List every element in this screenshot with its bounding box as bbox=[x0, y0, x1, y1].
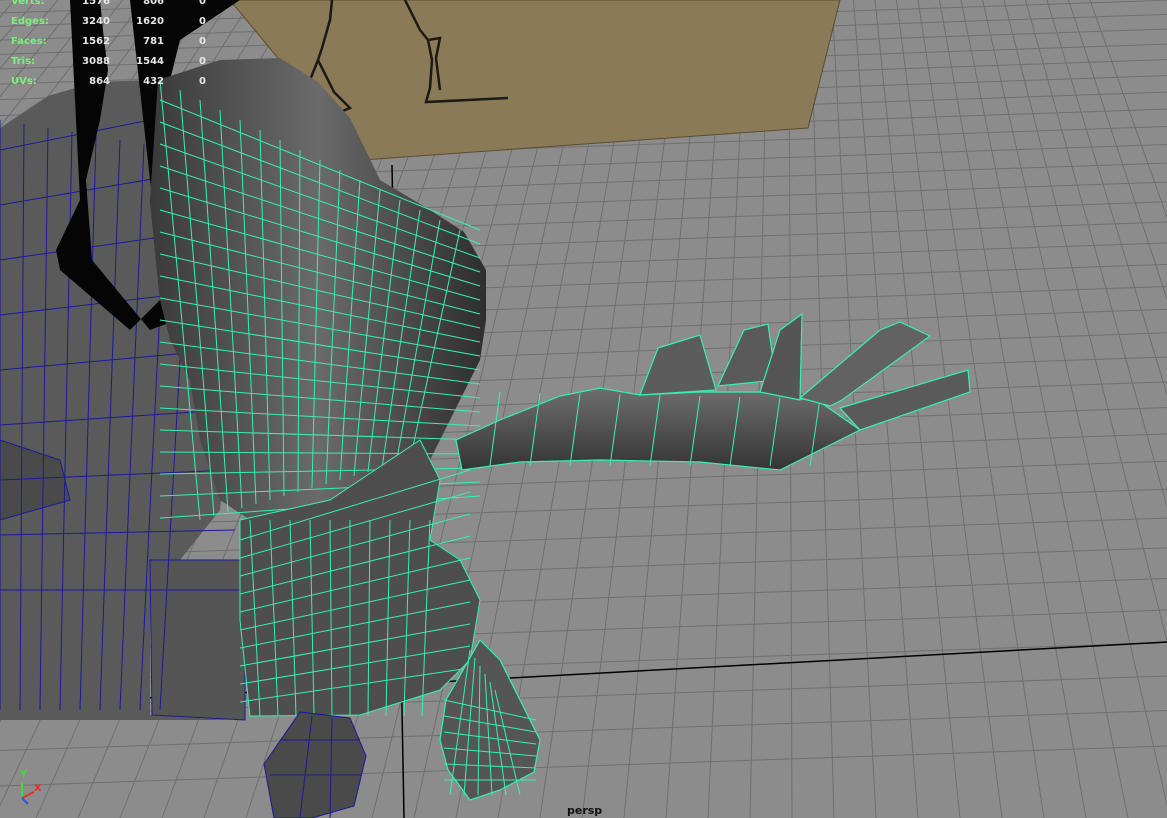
hud-row: Edges: 3240 1620 0 bbox=[11, 12, 206, 32]
hud-row-label: Faces: bbox=[11, 36, 47, 47]
hud-value-other: 0 bbox=[199, 0, 206, 7]
hud-row: Tris: 3088 1544 0 bbox=[11, 52, 206, 72]
hud-value-selected: 432 bbox=[143, 76, 164, 87]
hud-value-selected: 806 bbox=[143, 0, 164, 7]
hud-row-label: UVs: bbox=[11, 76, 37, 87]
view-axis-indicator: Y X bbox=[10, 769, 50, 812]
hud-value-total: 3088 bbox=[82, 56, 110, 67]
hud-row: UVs: 864 432 0 bbox=[11, 72, 206, 92]
hud-value-selected: 1544 bbox=[136, 56, 164, 67]
hud-value-total: 3240 bbox=[82, 16, 110, 27]
character-left-foot-mesh[interactable] bbox=[263, 711, 367, 818]
hud-value-total: 1562 bbox=[82, 36, 110, 47]
finger-1[interactable] bbox=[639, 334, 717, 396]
hud-row: Faces: 1562 781 0 bbox=[11, 32, 206, 52]
hud-row-label: Verts: bbox=[11, 0, 45, 7]
camera-name-label: persp bbox=[567, 804, 603, 817]
hud-value-other: 0 bbox=[199, 56, 206, 67]
character-arm-mesh[interactable] bbox=[455, 312, 971, 471]
hud-value-selected: 781 bbox=[143, 36, 164, 47]
hud-value-other: 0 bbox=[199, 16, 206, 27]
hud-row-label: Edges: bbox=[11, 16, 49, 27]
axis-x-label: X bbox=[34, 783, 42, 794]
scene-canvas[interactable] bbox=[0, 0, 1167, 818]
hud-row: Verts: 1576 806 0 bbox=[11, 0, 206, 12]
hud-value-other: 0 bbox=[199, 36, 206, 47]
axis-y-label: Y bbox=[20, 769, 28, 780]
hud-value-other: 0 bbox=[199, 76, 206, 87]
hud-value-total: 1576 bbox=[82, 0, 110, 7]
hud-row-label: Tris: bbox=[11, 56, 36, 67]
hud-value-total: 864 bbox=[89, 76, 110, 87]
poly-count-hud: Verts: 1576 806 0 Edges: 3240 1620 0 Faces: 1562 7… bbox=[11, 0, 206, 92]
hud-value-selected: 1620 bbox=[136, 16, 164, 27]
perspective-viewport[interactable]: Verts: 1576 806 0 Edges: 3240 1620 0 Faces: 1562 7… bbox=[0, 0, 1167, 818]
axis-gizmo-icon bbox=[21, 782, 35, 805]
